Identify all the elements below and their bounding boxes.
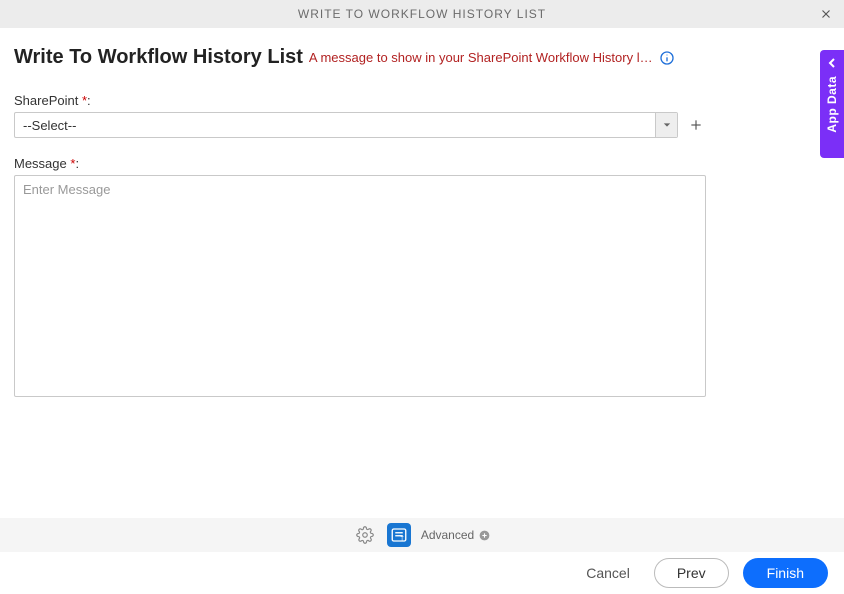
cancel-button[interactable]: Cancel: [576, 559, 640, 587]
app-data-tab[interactable]: App Data: [820, 50, 844, 158]
sharepoint-select[interactable]: --Select--: [14, 112, 678, 138]
bottom-toolbar: T Advanced: [0, 518, 844, 552]
plus-icon: [689, 118, 703, 132]
page-description: A message to show in your SharePoint Wor…: [309, 50, 653, 65]
chevron-down-icon: [663, 121, 671, 129]
action-bar: Cancel Prev Finish: [0, 552, 844, 594]
plus-circle-icon: [478, 529, 491, 542]
settings-button[interactable]: [353, 523, 377, 547]
title-row: Write To Workflow History List A message…: [14, 46, 830, 69]
dialog-header: WRITE TO WORKFLOW HISTORY LIST: [0, 0, 844, 28]
label-colon: :: [75, 156, 79, 171]
page-title: Write To Workflow History List: [14, 46, 303, 69]
form-icon: T: [390, 526, 408, 544]
message-label-text: Message: [14, 156, 67, 171]
advanced-toggle[interactable]: Advanced: [421, 528, 491, 542]
add-sharepoint-button[interactable]: [686, 115, 706, 135]
dialog-title: WRITE TO WORKFLOW HISTORY LIST: [0, 7, 844, 21]
prev-button[interactable]: Prev: [654, 558, 729, 588]
advanced-label-text: Advanced: [421, 528, 474, 542]
sharepoint-select-value: --Select--: [15, 113, 655, 137]
gear-icon: [356, 526, 374, 544]
label-colon: :: [87, 93, 91, 108]
chevron-left-icon: [827, 58, 837, 68]
message-input[interactable]: [14, 175, 706, 397]
sharepoint-select-caret[interactable]: [655, 113, 677, 137]
info-icon[interactable]: [659, 50, 675, 66]
close-button[interactable]: [816, 4, 836, 24]
close-icon: [819, 7, 833, 21]
message-label: Message *:: [14, 156, 706, 171]
sharepoint-row: --Select--: [14, 112, 706, 138]
dialog-body: Write To Workflow History List A message…: [0, 28, 844, 402]
app-data-tab-label: App Data: [825, 76, 839, 133]
form-view-button[interactable]: T: [387, 523, 411, 547]
finish-button[interactable]: Finish: [743, 558, 828, 588]
sharepoint-label: SharePoint *:: [14, 93, 830, 108]
sharepoint-label-text: SharePoint: [14, 93, 78, 108]
message-field: Message *:: [14, 156, 706, 402]
